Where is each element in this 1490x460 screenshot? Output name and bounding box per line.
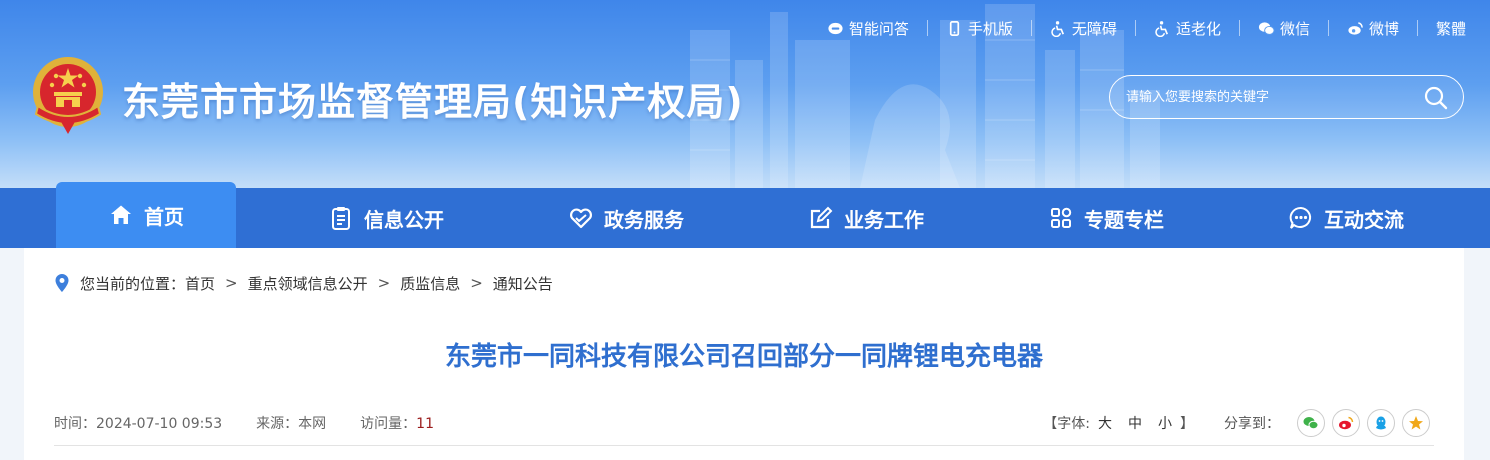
edit-icon xyxy=(808,205,834,231)
article-tools: 【字体: 大 中 小 】 分享到： xyxy=(1043,408,1430,438)
top-links-bar: 智能问答 手机版 无障碍 适老化 微信 微博 繁體 xyxy=(827,14,1466,42)
nav-label: 首页 xyxy=(144,204,184,229)
view-count: 访问量：11 xyxy=(360,416,434,432)
toplink-label: 繁體 xyxy=(1435,19,1466,38)
divider xyxy=(1134,20,1136,36)
divider xyxy=(1327,20,1329,36)
toplink-traditional-chinese[interactable]: 繁體 xyxy=(1436,18,1466,39)
toplink-label: 手机版 xyxy=(967,19,1013,38)
breadcrumb-quality-info[interactable]: 质监信息 xyxy=(400,273,460,294)
breadcrumb-key-areas[interactable]: 重点领域信息公开 xyxy=(248,273,368,294)
weibo-share-icon xyxy=(1339,416,1354,430)
grid-icon xyxy=(1048,205,1074,231)
meta-divider xyxy=(54,445,1434,446)
font-size-small-button[interactable]: 小 xyxy=(1158,413,1172,433)
main-nav: 首页 信息公开 政务服务 业务工作 专题专栏 互动交流 xyxy=(0,182,1490,248)
nav-item-home[interactable]: 首页 xyxy=(56,182,236,248)
publish-time: 时间：2024-07-10 09:53 xyxy=(54,416,223,432)
toplink-label: 微信 xyxy=(1279,19,1310,38)
breadcrumb-separator: > xyxy=(225,274,238,292)
search-input[interactable] xyxy=(1126,76,1416,118)
home-icon xyxy=(108,202,134,228)
font-size-label-close: 】 xyxy=(1180,416,1194,432)
article-source: 来源：本网 xyxy=(256,416,327,432)
qq-share-icon xyxy=(1376,416,1386,430)
toplink-label: 微博 xyxy=(1368,19,1399,38)
toplink-weibo[interactable]: 微博 xyxy=(1347,18,1399,39)
divider xyxy=(1030,20,1032,36)
wechat-icon xyxy=(1258,19,1276,37)
nav-item-special-topics[interactable]: 专题专栏 xyxy=(1016,188,1196,248)
article-title: 东莞市一同科技有限公司召回部分一同牌锂电充电器 xyxy=(444,342,1043,372)
divider xyxy=(926,20,928,36)
search-box xyxy=(1109,75,1464,119)
toplink-accessibility[interactable]: 无障碍 xyxy=(1050,18,1117,39)
site-header: 智能问答 手机版 无障碍 适老化 微信 微博 繁體 东莞市市场监督管理局(知识产… xyxy=(0,0,1490,188)
divider xyxy=(1416,20,1418,36)
article-meta: 时间：2024-07-10 09:53 来源：本网 访问量：11 xyxy=(54,412,468,434)
nav-label: 信息公开 xyxy=(364,207,444,232)
breadcrumb-separator: > xyxy=(470,274,483,292)
clipboard-icon xyxy=(328,205,354,231)
breadcrumb-separator: > xyxy=(377,274,391,292)
font-size-label: 【字体: xyxy=(1043,416,1090,432)
breadcrumb-notices[interactable]: 通知公告 xyxy=(493,273,553,294)
nav-item-info-disclosure[interactable]: 信息公开 xyxy=(296,188,476,248)
location-pin-icon xyxy=(55,274,69,292)
nav-label: 专题专栏 xyxy=(1084,207,1164,232)
toplink-elderly-mode[interactable]: 适老化 xyxy=(1154,18,1221,39)
share-qq-button[interactable] xyxy=(1367,409,1395,437)
chat-bot-icon xyxy=(827,19,845,37)
nav-item-business-work[interactable]: 业务工作 xyxy=(776,188,956,248)
toplink-wechat[interactable]: 微信 xyxy=(1258,18,1310,39)
heart-hands-icon xyxy=(568,205,594,231)
nav-label: 互动交流 xyxy=(1324,207,1404,232)
chat-bubble-icon xyxy=(1288,205,1314,231)
site-title: 东莞市市场监督管理局(知识产权局) xyxy=(122,80,744,124)
article-panel: 您当前的位置： 首页 > 重点领域信息公开 > 质监信息 > 通知公告 东莞市一… xyxy=(24,248,1464,460)
divider xyxy=(1238,20,1240,36)
toplink-label: 智能问答 xyxy=(848,19,909,38)
nav-label: 业务工作 xyxy=(844,207,924,232)
favorite-star-icon xyxy=(1409,416,1423,430)
national-emblem-logo xyxy=(33,57,103,134)
font-size-medium-button[interactable]: 中 xyxy=(1128,413,1142,433)
share-weibo-button[interactable] xyxy=(1332,409,1360,437)
share-wechat-button[interactable] xyxy=(1297,409,1325,437)
nav-label: 政务服务 xyxy=(604,207,684,232)
toplink-label: 无障碍 xyxy=(1071,19,1117,38)
mobile-icon xyxy=(946,19,964,37)
toplink-smart-qa[interactable]: 智能问答 xyxy=(827,18,909,39)
breadcrumb-home[interactable]: 首页 xyxy=(185,273,215,294)
accessibility-icon xyxy=(1050,19,1068,37)
font-size-large-button[interactable]: 大 xyxy=(1098,413,1112,433)
share-label: 分享到： xyxy=(1224,416,1280,432)
elderly-mode-icon xyxy=(1154,19,1172,37)
wechat-share-icon xyxy=(1303,417,1319,430)
breadcrumb: 您当前的位置： 首页 > 重点领域信息公开 > 质监信息 > 通知公告 xyxy=(54,272,553,294)
share-favorite-button[interactable] xyxy=(1402,409,1430,437)
breadcrumb-prefix: 您当前的位置： xyxy=(80,274,186,293)
search-icon[interactable] xyxy=(1423,85,1449,111)
toplink-mobile[interactable]: 手机版 xyxy=(946,18,1013,39)
weibo-icon xyxy=(1347,19,1365,37)
nav-item-gov-services[interactable]: 政务服务 xyxy=(536,188,716,248)
nav-item-interaction[interactable]: 互动交流 xyxy=(1256,188,1436,248)
toplink-label: 适老化 xyxy=(1175,19,1221,38)
